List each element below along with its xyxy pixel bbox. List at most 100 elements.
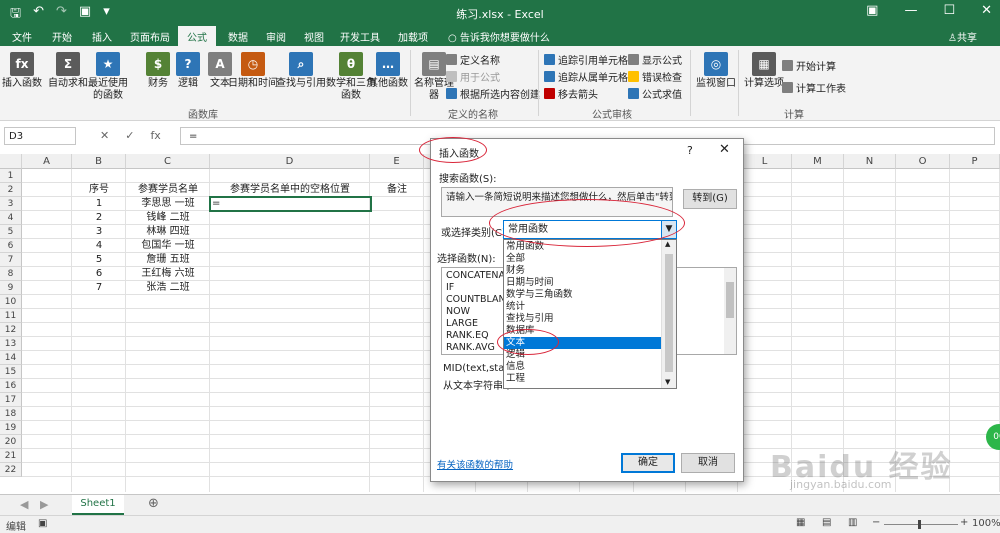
row-header-16[interactable]: 16 [0,379,22,393]
row-header-13[interactable]: 13 [0,337,22,351]
column-header-o[interactable]: O [896,154,950,169]
function-list-item[interactable]: NOW [446,306,470,318]
evaluate-formula-button[interactable]: 公式求值 [628,86,682,101]
cell-d2[interactable]: 参赛学员名单中的空格位置 [210,183,370,197]
cell-b7[interactable]: 5 [72,253,126,267]
column-header-p[interactable]: P [950,154,1000,169]
page-layout-view-icon[interactable]: ▤ [822,517,831,528]
tab-file[interactable]: 文件 [12,29,32,44]
column-header-d[interactable]: D [210,154,370,169]
tab-data[interactable]: 数据 [228,29,248,44]
ribbon-button-7[interactable]: ⌕ 查找与引用 [276,52,326,90]
row-header-10[interactable]: 10 [0,295,22,309]
ribbon-button-2[interactable]: ★ 最近使用的函数 [88,52,128,102]
normal-view-icon[interactable]: ▦ [796,517,805,528]
tab-review[interactable]: 审阅 [266,29,286,44]
category-option[interactable]: 财务 [504,265,662,277]
row-header-15[interactable]: 15 [0,365,22,379]
error-checking-button[interactable]: 错误检查 [628,69,682,84]
column-header-l[interactable]: L [738,154,792,169]
cell-b2[interactable]: 序号 [72,183,126,197]
column-header-a[interactable]: A [22,154,72,169]
restore-icon[interactable]: ▣ [866,3,878,18]
name-box[interactable]: D3 [4,127,76,145]
function-list-item[interactable]: COUNTBLANK [446,294,512,306]
category-option[interactable]: 数学与三角函数 [504,289,662,301]
page-break-view-icon[interactable]: ▥ [848,517,857,528]
add-sheet-icon[interactable]: ⊕ [148,496,159,511]
cell-b9[interactable]: 7 [72,281,126,295]
trace-precedents-button[interactable]: 追踪引用单元格 [544,52,628,67]
cell-b5[interactable]: 3 [72,225,126,239]
cancel-icon[interactable]: ✕ [100,129,109,142]
help-link[interactable]: 有关该函数的帮助 [437,457,513,471]
zoom-out-icon[interactable]: − [872,517,880,528]
tab-insert[interactable]: 插入 [92,29,112,44]
row-header-20[interactable]: 20 [0,435,22,449]
scrollbar[interactable] [724,268,736,354]
row-header-9[interactable]: 9 [0,281,22,295]
ribbon-button-0[interactable]: fx 插入函数 [2,52,42,90]
sheet-tab-sheet1[interactable]: Sheet1 [72,495,124,515]
function-list-item[interactable]: LARGE [446,318,478,330]
function-list-item[interactable]: IF [446,282,454,294]
scroll-up-icon[interactable]: ▲ [665,240,670,248]
scrollbar[interactable]: ▲ ▼ [661,240,676,388]
row-header-11[interactable]: 11 [0,309,22,323]
ribbon-button-1[interactable]: Σ 自动求和 [48,52,88,90]
cell-c9[interactable]: 张浩 二班 [126,281,210,295]
close-icon[interactable]: ✕ [981,3,992,18]
zoom-slider[interactable] [884,524,958,525]
fx-icon[interactable]: fx [150,129,160,142]
cell-b4[interactable]: 2 [72,211,126,225]
zoom-slider-thumb[interactable] [918,520,921,529]
category-option[interactable]: 统计 [504,301,662,313]
row-header-8[interactable]: 8 [0,267,22,281]
row-header-1[interactable]: 1 [0,169,22,183]
cell-b6[interactable]: 4 [72,239,126,253]
row-header-5[interactable]: 5 [0,225,22,239]
cell-e2[interactable]: 备注 [370,183,424,197]
row-header-22[interactable]: 22 [0,463,22,477]
goto-button[interactable]: 转到(G) [683,189,737,209]
cell-b8[interactable]: 6 [72,267,126,281]
scrollbar-thumb[interactable] [665,254,673,372]
row-header-3[interactable]: 3 [0,197,22,211]
help-icon[interactable]: ? [687,144,693,157]
tab-developer[interactable]: 开发工具 [340,29,380,44]
cell-c4[interactable]: 钱峰 二班 [126,211,210,225]
define-name-button[interactable]: 定义名称 [446,52,500,67]
enter-icon[interactable]: ✓ [125,129,134,142]
category-dropdown-list[interactable]: 常用函数 全部 财务 日期与时间 数学与三角函数 统计 查找与引用 数据库 文本 逻辑 信息 工程 ▲… [503,239,677,389]
tab-formulas[interactable]: 公式 [178,26,216,46]
function-list-item[interactable]: RANK.AVG [446,342,495,354]
cell-c5[interactable]: 林琳 四班 [126,225,210,239]
cell-d3[interactable]: = [212,197,232,211]
column-header-e[interactable]: E [370,154,424,169]
maximize-icon[interactable]: ☐ [943,3,955,18]
remove-arrows-button[interactable]: 移去箭头 [544,86,598,101]
category-option[interactable]: 工程 [504,373,662,385]
tab-view[interactable]: 视图 [304,29,324,44]
scroll-down-icon[interactable]: ▼ [665,378,670,386]
close-icon[interactable]: ✕ [719,142,730,157]
cell-c8[interactable]: 王红梅 六班 [126,267,210,281]
row-header-21[interactable]: 21 [0,449,22,463]
scrollbar-thumb[interactable] [726,282,734,318]
tab-addins[interactable]: 加载项 [398,29,428,44]
column-header-b[interactable]: B [72,154,126,169]
row-header-18[interactable]: 18 [0,407,22,421]
column-header-n[interactable]: N [844,154,896,169]
next-sheet-icon[interactable]: ▶ [40,498,48,511]
ribbon-button-11[interactable]: ◎ 监视窗口 [696,52,736,90]
cell-c6[interactable]: 包国华 一班 [126,239,210,253]
zoom-level[interactable]: 100% [972,518,1000,529]
ribbon-button-9[interactable]: … 其他函数 [368,52,408,90]
tell-me-search[interactable]: ○ 告诉我你想要做什么 [448,29,550,44]
calc-now-button[interactable]: 开始计算 [782,58,836,73]
column-header-c[interactable]: C [126,154,210,169]
macro-record-icon[interactable]: ▣ [38,518,47,529]
row-header-19[interactable]: 19 [0,421,22,435]
row-header-7[interactable]: 7 [0,253,22,267]
row-header-6[interactable]: 6 [0,239,22,253]
